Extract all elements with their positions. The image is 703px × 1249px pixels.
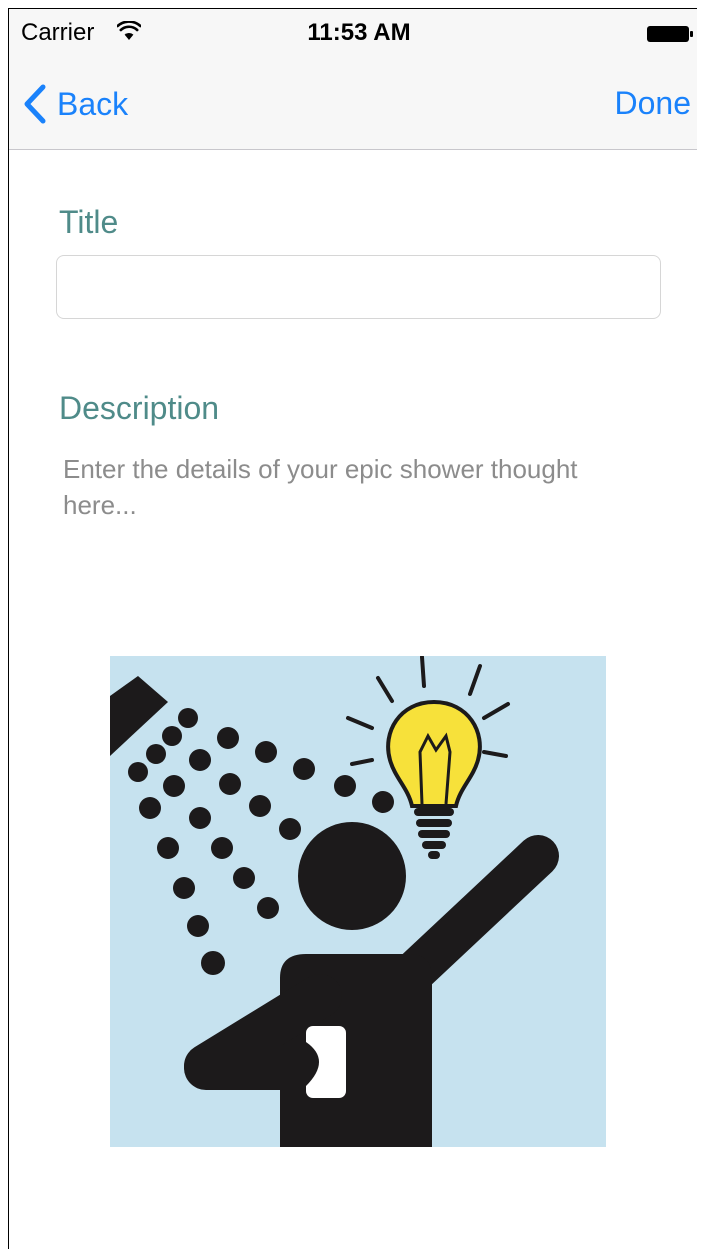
status-bar: Carrier 11:53 AM	[9, 9, 697, 55]
done-button[interactable]: Done	[615, 85, 692, 122]
navigation-bar: Back Done	[9, 55, 697, 150]
status-time: 11:53 AM	[307, 19, 411, 46]
title-input[interactable]	[56, 255, 661, 319]
title-label: Title	[59, 204, 119, 240]
chevron-left-icon	[24, 84, 46, 124]
battery-icon	[647, 26, 693, 42]
back-label: Back	[57, 85, 129, 122]
back-button[interactable]: Back	[23, 81, 128, 127]
description-text-view[interactable]: Enter the details of your epic shower th…	[63, 451, 623, 523]
edit-thought-screen: Carrier 11:53 AM Back Done Title Descrip…	[8, 8, 697, 1249]
shower-thought-lightbulb-icon	[110, 656, 606, 1147]
description-label: Description	[59, 390, 220, 426]
